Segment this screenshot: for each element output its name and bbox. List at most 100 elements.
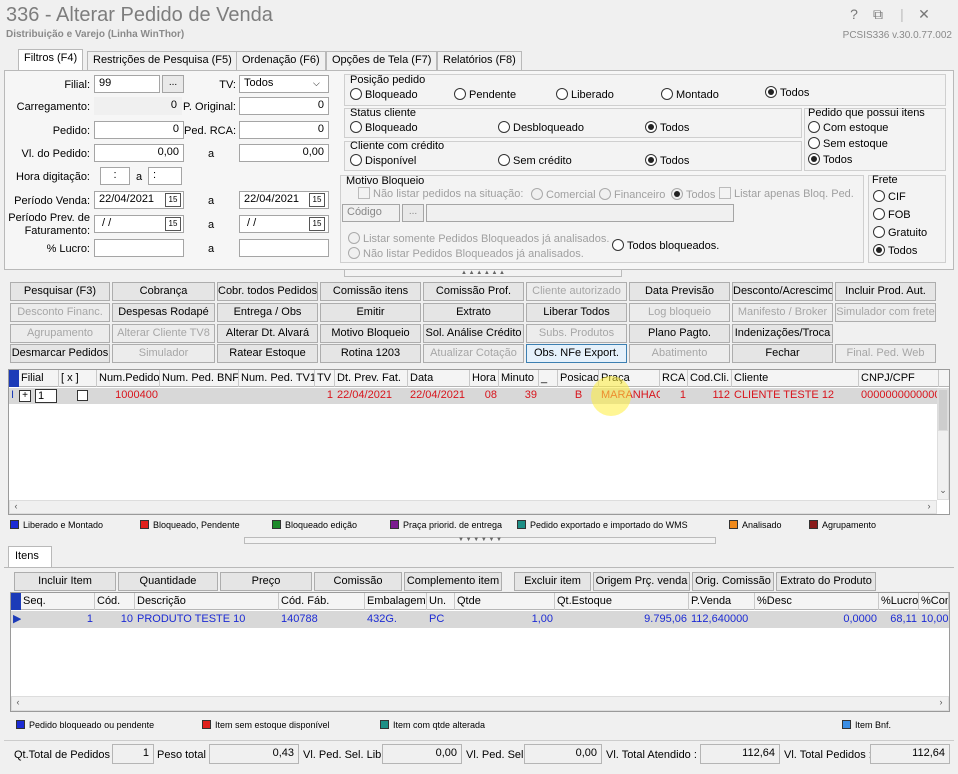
tab-relatorios[interactable]: Relatórios (F8)	[437, 51, 522, 70]
nao-listar-analisados-radio[interactable]: Não listar Pedidos Bloqueados já analisa…	[348, 247, 584, 260]
calendar-icon[interactable]: 15	[309, 217, 325, 231]
filial-input[interactable]: 99	[94, 75, 160, 93]
filial-cell[interactable]: 1	[35, 389, 57, 403]
tab-restricoes[interactable]: Restrições de Pesquisa (F5)	[87, 51, 238, 70]
status-bloqueado-radio[interactable]: Bloqueado	[350, 121, 418, 134]
col-minuto[interactable]: Minuto	[499, 370, 539, 387]
cliente-autorizado-button[interactable]: Cliente autorizado	[526, 282, 627, 301]
simulador-com-frete-button[interactable]: Simulador com frete	[835, 303, 936, 322]
comissao-button[interactable]: Comissão	[314, 572, 402, 591]
items-hscrollbar[interactable]	[11, 696, 949, 711]
frete-fob-radio[interactable]: FOB	[873, 208, 911, 221]
scroll-right-icon[interactable]: ›	[936, 697, 946, 707]
pesquisar-f3-button[interactable]: Pesquisar (F3)	[10, 282, 110, 301]
alterar-cliente-tv8-button[interactable]: Alterar Cliente TV8	[112, 324, 215, 343]
col-seq[interactable]: Seq.	[21, 593, 95, 610]
log-bloqueio-button[interactable]: Log bloqueio	[629, 303, 730, 322]
complemento-item-button[interactable]: Complemento item	[404, 572, 502, 591]
col-cliente[interactable]: Cliente	[732, 370, 859, 387]
situacao-financeiro-radio[interactable]: Financeiro	[599, 188, 665, 201]
nao-listar-checkbox[interactable]: Não listar pedidos na situação:	[358, 187, 523, 200]
excluir-item-button[interactable]: Excluir item	[514, 572, 591, 591]
frete-todos-radio[interactable]: Todos	[873, 244, 917, 257]
p-original-input[interactable]: 0	[239, 97, 329, 115]
data-previsao-button[interactable]: Data Previsão	[629, 282, 730, 301]
codigo-lookup-button[interactable]: ...	[402, 204, 424, 222]
restore-icon[interactable]: ⧉	[870, 6, 886, 22]
liberar-todos-button[interactable]: Liberar Todos	[526, 303, 627, 322]
situacao-todos-radio[interactable]: Todos	[671, 188, 715, 201]
row-checkbox[interactable]	[77, 390, 88, 401]
close-icon[interactable]: ✕	[916, 6, 932, 22]
calendar-icon[interactable]: 15	[165, 193, 181, 207]
vl-pedido-to-input[interactable]: 0,00	[239, 144, 329, 162]
cobr-todos-pedidos-button[interactable]: Cobr. todos Pedidos	[217, 282, 318, 301]
incluir-item-button[interactable]: Incluir Item	[14, 572, 116, 591]
scroll-down-icon[interactable]: ⌄	[938, 485, 948, 496]
col-num-ped-tv1[interactable]: Num. Ped. TV1	[239, 370, 315, 387]
lucro-from-input[interactable]	[94, 239, 184, 257]
tab-filtros[interactable]: Filtros (F4)	[18, 49, 84, 71]
orig-comissao-button[interactable]: Orig. Comissão	[692, 572, 774, 591]
posicao-bloqueado-radio[interactable]: Bloqueado	[350, 88, 418, 101]
col-qtde[interactable]: Qtde	[455, 593, 555, 610]
manifesto-broker-button[interactable]: Manifesto / Broker	[732, 303, 833, 322]
col-filial[interactable]: Filial	[19, 370, 59, 387]
ped-rca-input[interactable]: 0	[239, 121, 329, 139]
orders-vscroll-thumb[interactable]	[938, 389, 948, 431]
ratear-estoque-button[interactable]: Ratear Estoque	[217, 344, 318, 363]
despesas-rodape-button[interactable]: Despesas Rodapé	[112, 303, 215, 322]
col-un[interactable]: Un.	[427, 593, 455, 610]
posicao-montado-radio[interactable]: Montado	[661, 88, 719, 101]
comissao-itens-button[interactable]: Comissão itens	[320, 282, 421, 301]
origem-prc-venda-button[interactable]: Origem Prç. venda	[593, 572, 690, 591]
listar-analisados-radio[interactable]: Listar somente Pedidos Bloqueados já ana…	[348, 232, 609, 245]
posicao-todos-radio[interactable]: Todos	[765, 86, 809, 99]
scroll-left-icon[interactable]: ‹	[11, 501, 21, 511]
rotina-1203-button[interactable]: Rotina 1203	[320, 344, 421, 363]
pedido-input[interactable]: 0	[94, 121, 184, 139]
alterar-dt-alvara-button[interactable]: Alterar Dt. Alvará	[217, 324, 318, 343]
itens-sem-estoque-radio[interactable]: Sem estoque	[808, 137, 888, 150]
filial-lookup-button[interactable]: ...	[162, 75, 184, 93]
col-x[interactable]: [ x ]	[59, 370, 97, 387]
itens-com-estoque-radio[interactable]: Com estoque	[808, 121, 888, 134]
scroll-right-icon[interactable]: ›	[924, 501, 934, 511]
final-ped-web-button[interactable]: Final. Ped. Web	[835, 344, 936, 363]
splitter-handle-2[interactable]: ▼ ▼ ▼ ▼ ▼ ▼	[244, 537, 716, 544]
posicao-liberado-radio[interactable]: Liberado	[556, 88, 614, 101]
incluir-prod-aut-button[interactable]: Incluir Prod. Aut.	[835, 282, 936, 301]
col-com[interactable]: %Com.	[919, 593, 949, 610]
col-rca[interactable]: RCA	[660, 370, 688, 387]
carregamento-input[interactable]: 0	[94, 97, 182, 115]
col-data[interactable]: Data	[408, 370, 470, 387]
abatimento-button[interactable]: Abatimento	[629, 344, 730, 363]
col-p-venda[interactable]: P.Venda	[689, 593, 755, 610]
credito-disponivel-radio[interactable]: Disponível	[350, 154, 416, 167]
tab-itens[interactable]: Itens	[8, 546, 52, 568]
agrupamento-button[interactable]: Agrupamento	[10, 324, 110, 343]
col-lucro[interactable]: %Lucro	[879, 593, 919, 610]
posicao-pendente-radio[interactable]: Pendente	[454, 88, 516, 101]
vl-pedido-from-input[interactable]: 0,00	[94, 144, 184, 162]
credito-todos-radio[interactable]: Todos	[645, 154, 689, 167]
calendar-icon[interactable]: 15	[165, 217, 181, 231]
simulador-button[interactable]: Simulador	[112, 344, 215, 363]
atualizar-cotacao-button[interactable]: Atualizar Cotação	[423, 344, 524, 363]
col-cod-cli[interactable]: Cod.Cli.	[688, 370, 732, 387]
obs-nfe-export-button[interactable]: Obs. NFe Export.	[526, 344, 627, 363]
col-num-pedido[interactable]: Num.Pedido	[97, 370, 160, 387]
comissao-prof-button[interactable]: Comissão Prof.	[423, 282, 524, 301]
help-icon[interactable]: ?	[846, 6, 862, 22]
col-descricao[interactable]: Descrição	[135, 593, 279, 610]
status-desbloqueado-radio[interactable]: Desbloqueado	[498, 121, 584, 134]
entrega-obs-button[interactable]: Entrega / Obs	[217, 303, 318, 322]
desmarcar-pedidos-button[interactable]: Desmarcar Pedidos	[10, 344, 110, 363]
todos-bloqueados-radio[interactable]: Todos bloqueados.	[612, 239, 719, 252]
splitter-handle[interactable]: ▲ ▲ ▲ ▲ ▲ ▲	[344, 269, 622, 277]
desconto-acrescimo-button[interactable]: Desconto/Acrescimo	[732, 282, 833, 301]
fechar-button[interactable]: Fechar	[732, 344, 833, 363]
extrato-button[interactable]: Extrato	[423, 303, 524, 322]
tab-opcoes-tela[interactable]: Opções de Tela (F7)	[326, 51, 438, 70]
itens-todos-radio[interactable]: Todos	[808, 153, 852, 166]
